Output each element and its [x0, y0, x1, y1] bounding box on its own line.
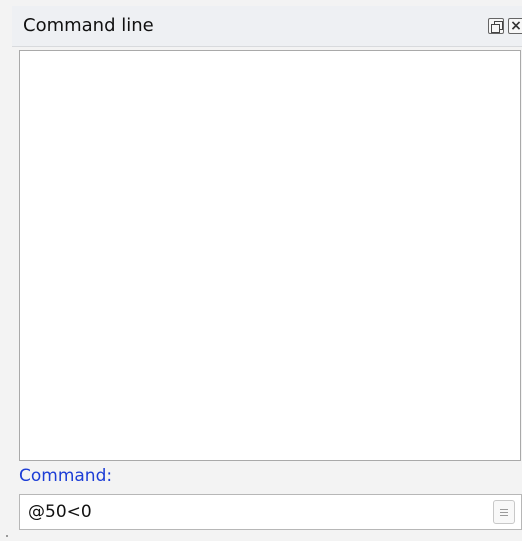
panel-title: Command line — [23, 15, 154, 36]
command-output-area[interactable] — [19, 50, 521, 461]
command-line-panel: Command line × Command: — [0, 0, 522, 541]
float-window-icon[interactable] — [488, 18, 504, 34]
command-label: Command: — [19, 466, 113, 486]
command-input-row — [19, 494, 522, 530]
close-icon[interactable]: × — [508, 18, 522, 34]
resize-grip-mark — [6, 535, 8, 537]
command-output-text — [20, 51, 520, 59]
command-input[interactable] — [20, 495, 483, 529]
panel-titlebar[interactable]: Command line × — [12, 6, 522, 47]
history-list-icon[interactable] — [493, 500, 515, 524]
